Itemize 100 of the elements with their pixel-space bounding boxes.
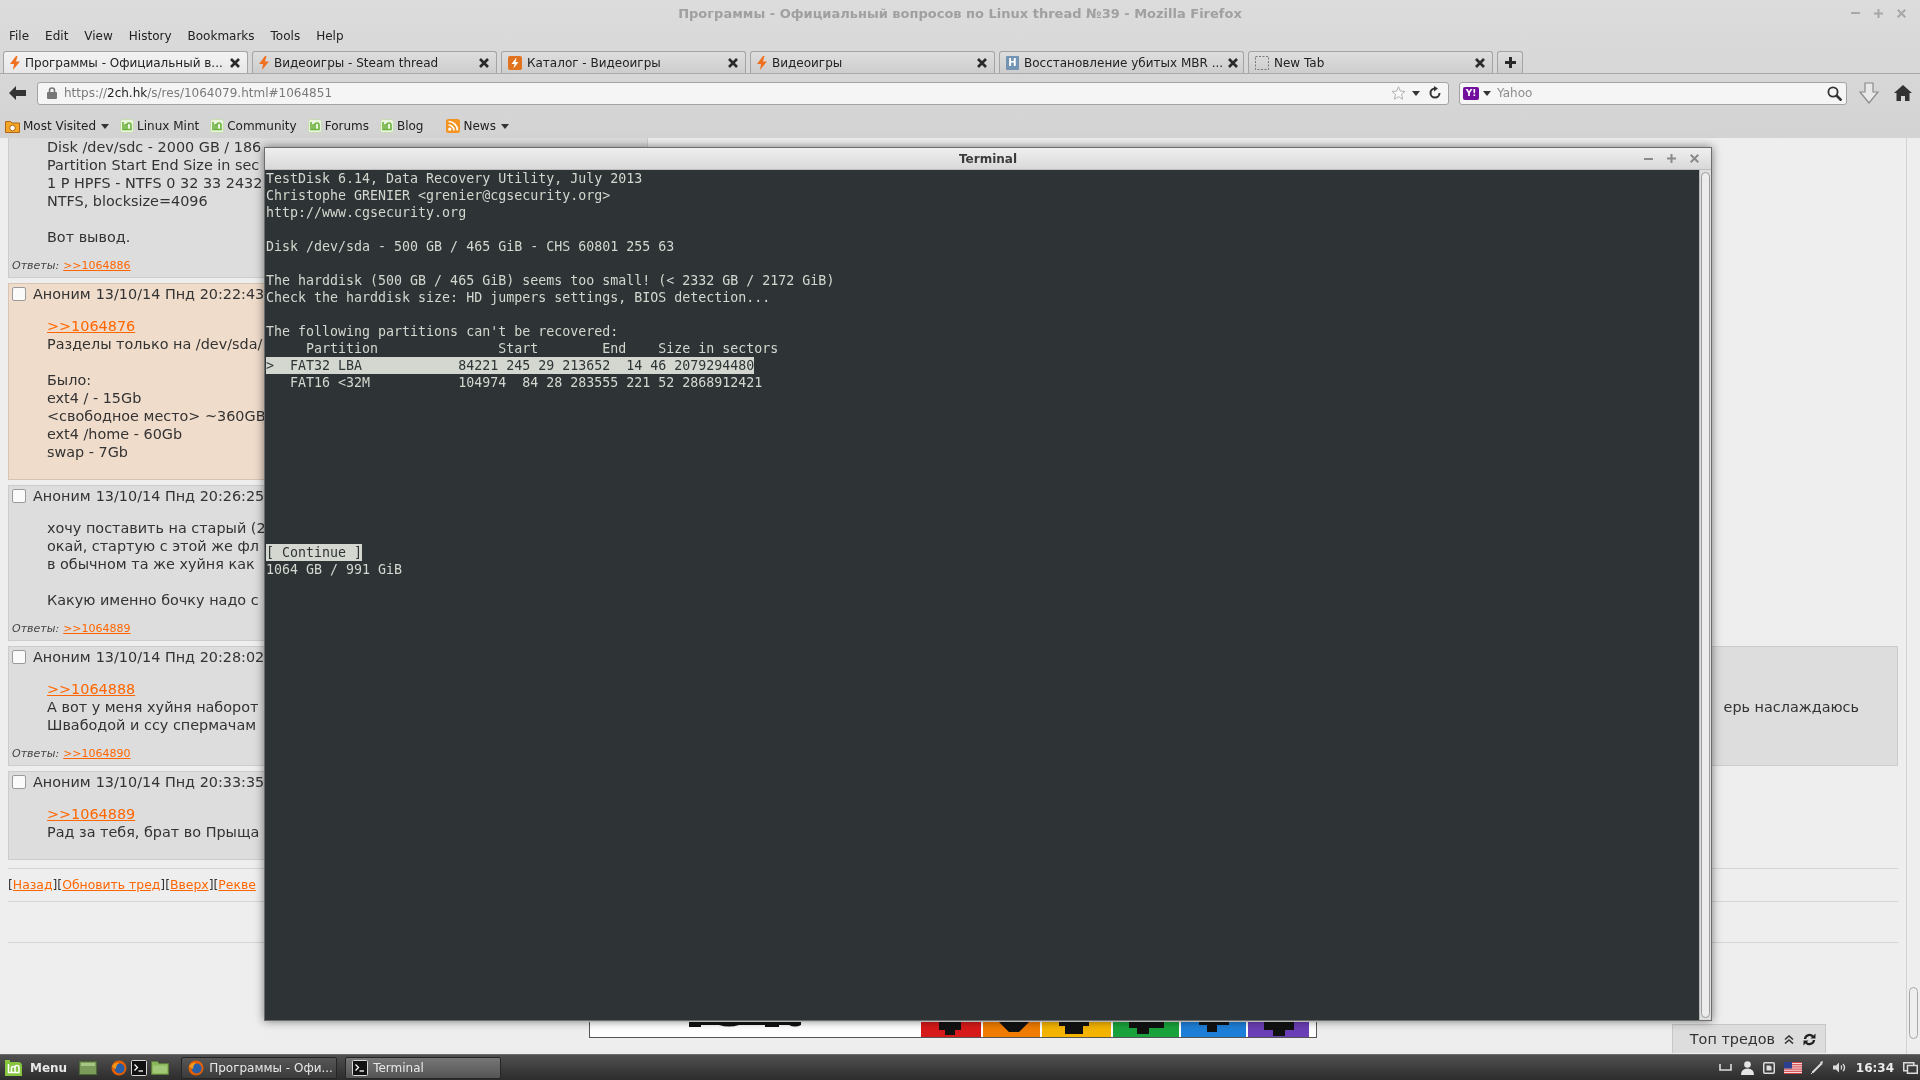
menu-item[interactable]: Edit bbox=[37, 27, 77, 45]
author-name: Аноним bbox=[33, 488, 91, 504]
reload-icon[interactable] bbox=[1428, 86, 1442, 100]
terminal-text: TestDisk 6.14, Data Recovery Utility, July 2013 bbox=[266, 170, 643, 187]
post-text: ext4 / - 15Gb bbox=[47, 389, 142, 407]
clock[interactable]: 16:34 bbox=[1855, 1060, 1894, 1075]
double-chevron-icon[interactable] bbox=[1784, 1034, 1794, 1044]
browser-tab[interactable]: Видеоигры bbox=[750, 51, 995, 73]
post-text: Вот вывод. bbox=[47, 228, 131, 246]
bookmark-item[interactable]: Community bbox=[208, 118, 299, 134]
post-text: А вот у меня хуйня наборот bbox=[47, 698, 259, 716]
checkbox[interactable] bbox=[12, 489, 26, 503]
close-icon[interactable] bbox=[1228, 57, 1239, 68]
letter-icon: H bbox=[1006, 55, 1019, 70]
bookmark-item[interactable]: Linux Mint bbox=[118, 118, 202, 134]
lightning-icon bbox=[10, 55, 20, 70]
folder-icon[interactable] bbox=[151, 1060, 170, 1075]
top-threads-button[interactable]: Топ тредов bbox=[1671, 1024, 1826, 1053]
maximize-icon[interactable] bbox=[1667, 154, 1676, 163]
new-tab-button[interactable] bbox=[1497, 51, 1523, 73]
browser-tab[interactable]: Каталог - Видеоигры bbox=[501, 51, 746, 73]
logo-icon bbox=[379, 119, 394, 133]
bookmark-item[interactable]: News bbox=[444, 118, 511, 134]
post-text: Было: bbox=[47, 371, 92, 389]
replies-label: Ответы: bbox=[12, 259, 60, 272]
windows-icon[interactable] bbox=[1903, 1061, 1918, 1074]
minimize-icon[interactable] bbox=[1644, 157, 1653, 160]
menu-item[interactable]: History bbox=[120, 27, 180, 45]
checkbox[interactable] bbox=[12, 650, 26, 664]
volume-icon[interactable] bbox=[1832, 1062, 1847, 1073]
terminal-text: Christophe GRENIER <grenier@cgsecurity.org> bbox=[266, 187, 611, 204]
logo-icon bbox=[5, 1059, 22, 1076]
lightning-icon bbox=[259, 55, 269, 70]
post-text: Рад за тебя, брат во Прыща bbox=[47, 823, 260, 841]
close-icon[interactable] bbox=[1475, 57, 1485, 68]
logo-icon bbox=[120, 119, 135, 133]
search-engine-icon[interactable]: Y! bbox=[1463, 86, 1479, 100]
post-text: Partition Start End Size in sec bbox=[47, 156, 260, 174]
search-icon[interactable] bbox=[1827, 85, 1842, 101]
bookmark-item[interactable]: Forums bbox=[305, 118, 371, 134]
bookmark-item[interactable]: Most Visited bbox=[3, 118, 112, 134]
menu-item[interactable]: File bbox=[1, 27, 38, 45]
lightning-icon bbox=[757, 55, 767, 70]
post-text: Disk /dev/sdc - 2000 GB / 186 bbox=[47, 138, 262, 156]
menu-item[interactable]: Bookmarks bbox=[179, 27, 263, 45]
bookmark-item[interactable]: Blog bbox=[377, 118, 426, 134]
download-arrow-icon[interactable] bbox=[1859, 82, 1879, 104]
table-header: Partition Start End Size in sectors bbox=[305, 340, 779, 357]
menu-item[interactable]: Help bbox=[308, 27, 352, 45]
caret-icon[interactable] bbox=[1412, 90, 1420, 96]
window-title: Terminal bbox=[959, 151, 1017, 166]
address-field[interactable]: https://2ch.hk/s/res/1064079.html#1064851 bbox=[37, 81, 1449, 105]
bracket-icon[interactable] bbox=[1718, 1064, 1732, 1071]
pen-icon[interactable] bbox=[1810, 1061, 1824, 1074]
show-desktop-icon[interactable] bbox=[79, 1060, 98, 1075]
terminal-text: Disk /dev/sda - 500 GB / 465 GiB - CHS 60801 255 63 bbox=[266, 238, 675, 255]
partition-row[interactable]: FAT16 <32M 104974 84 28 283555 221 52 2868912421 bbox=[266, 374, 763, 391]
scrollbar-thumb[interactable] bbox=[1909, 987, 1918, 1039]
browser-tab[interactable]: Программы - Официальный в... bbox=[3, 51, 248, 73]
square-frame-icon[interactable] bbox=[1762, 1061, 1775, 1074]
logo-icon bbox=[307, 119, 322, 133]
globe-icon bbox=[188, 1059, 205, 1076]
back-arrow-icon[interactable] bbox=[9, 86, 26, 100]
checkbox[interactable] bbox=[12, 287, 26, 301]
plus-icon bbox=[1504, 57, 1516, 68]
post-text: Разделы только на /dev/sda/ bbox=[47, 335, 263, 353]
post-text: Швабодой и ссу спермачам bbox=[47, 716, 257, 734]
search-field[interactable]: Y! Yahoo bbox=[1459, 81, 1847, 105]
menu-item[interactable]: View bbox=[76, 27, 121, 45]
refresh-icon[interactable] bbox=[1803, 1032, 1816, 1046]
partition-row[interactable]: > FAT32 LBA 84221 245 29 213652 14 46 2079294480 bbox=[266, 357, 755, 374]
post-date: 13/10/14 Пнд 20:28:02 bbox=[95, 649, 265, 665]
terminal-text: http://www.cgsecurity.org bbox=[266, 204, 467, 221]
flag-icon[interactable] bbox=[1783, 1061, 1802, 1074]
browser-tab[interactable]: H Восстановление убитых MBR ... bbox=[999, 51, 1244, 73]
close-icon[interactable] bbox=[728, 57, 738, 68]
checkbox[interactable] bbox=[12, 775, 26, 789]
user-icon[interactable] bbox=[1740, 1060, 1754, 1075]
author-name: Аноним bbox=[33, 774, 91, 790]
home-icon[interactable] bbox=[1894, 85, 1912, 101]
author-name: Аноним bbox=[33, 286, 91, 302]
menu-item[interactable]: Tools bbox=[262, 27, 309, 45]
browser-tab[interactable]: Видеоигры - Steam thread bbox=[252, 51, 497, 73]
star-icon[interactable] bbox=[1391, 86, 1406, 100]
terminal-icon[interactable] bbox=[131, 1059, 148, 1076]
globe-icon[interactable] bbox=[111, 1059, 128, 1076]
close-icon[interactable] bbox=[977, 57, 987, 68]
terminal-text: 1064 GB / 991 GiB bbox=[266, 561, 403, 578]
continue-button[interactable]: [ Continue ] bbox=[266, 544, 363, 561]
folder-icon bbox=[5, 119, 20, 133]
dashed-square-icon bbox=[1255, 55, 1269, 70]
close-icon[interactable] bbox=[479, 57, 489, 68]
browser-tab[interactable]: New Tab bbox=[1248, 51, 1493, 73]
taskbar-window-button[interactable]: Программы - Офи... bbox=[181, 1056, 338, 1079]
caret-icon[interactable] bbox=[1483, 90, 1491, 96]
close-icon[interactable] bbox=[230, 57, 240, 68]
taskbar-window-button[interactable]: Terminal bbox=[345, 1056, 502, 1079]
menu-button[interactable]: Menu bbox=[5, 1059, 68, 1076]
terminal-icon bbox=[352, 1059, 369, 1076]
banner-drawing[interactable] bbox=[589, 1022, 1317, 1038]
